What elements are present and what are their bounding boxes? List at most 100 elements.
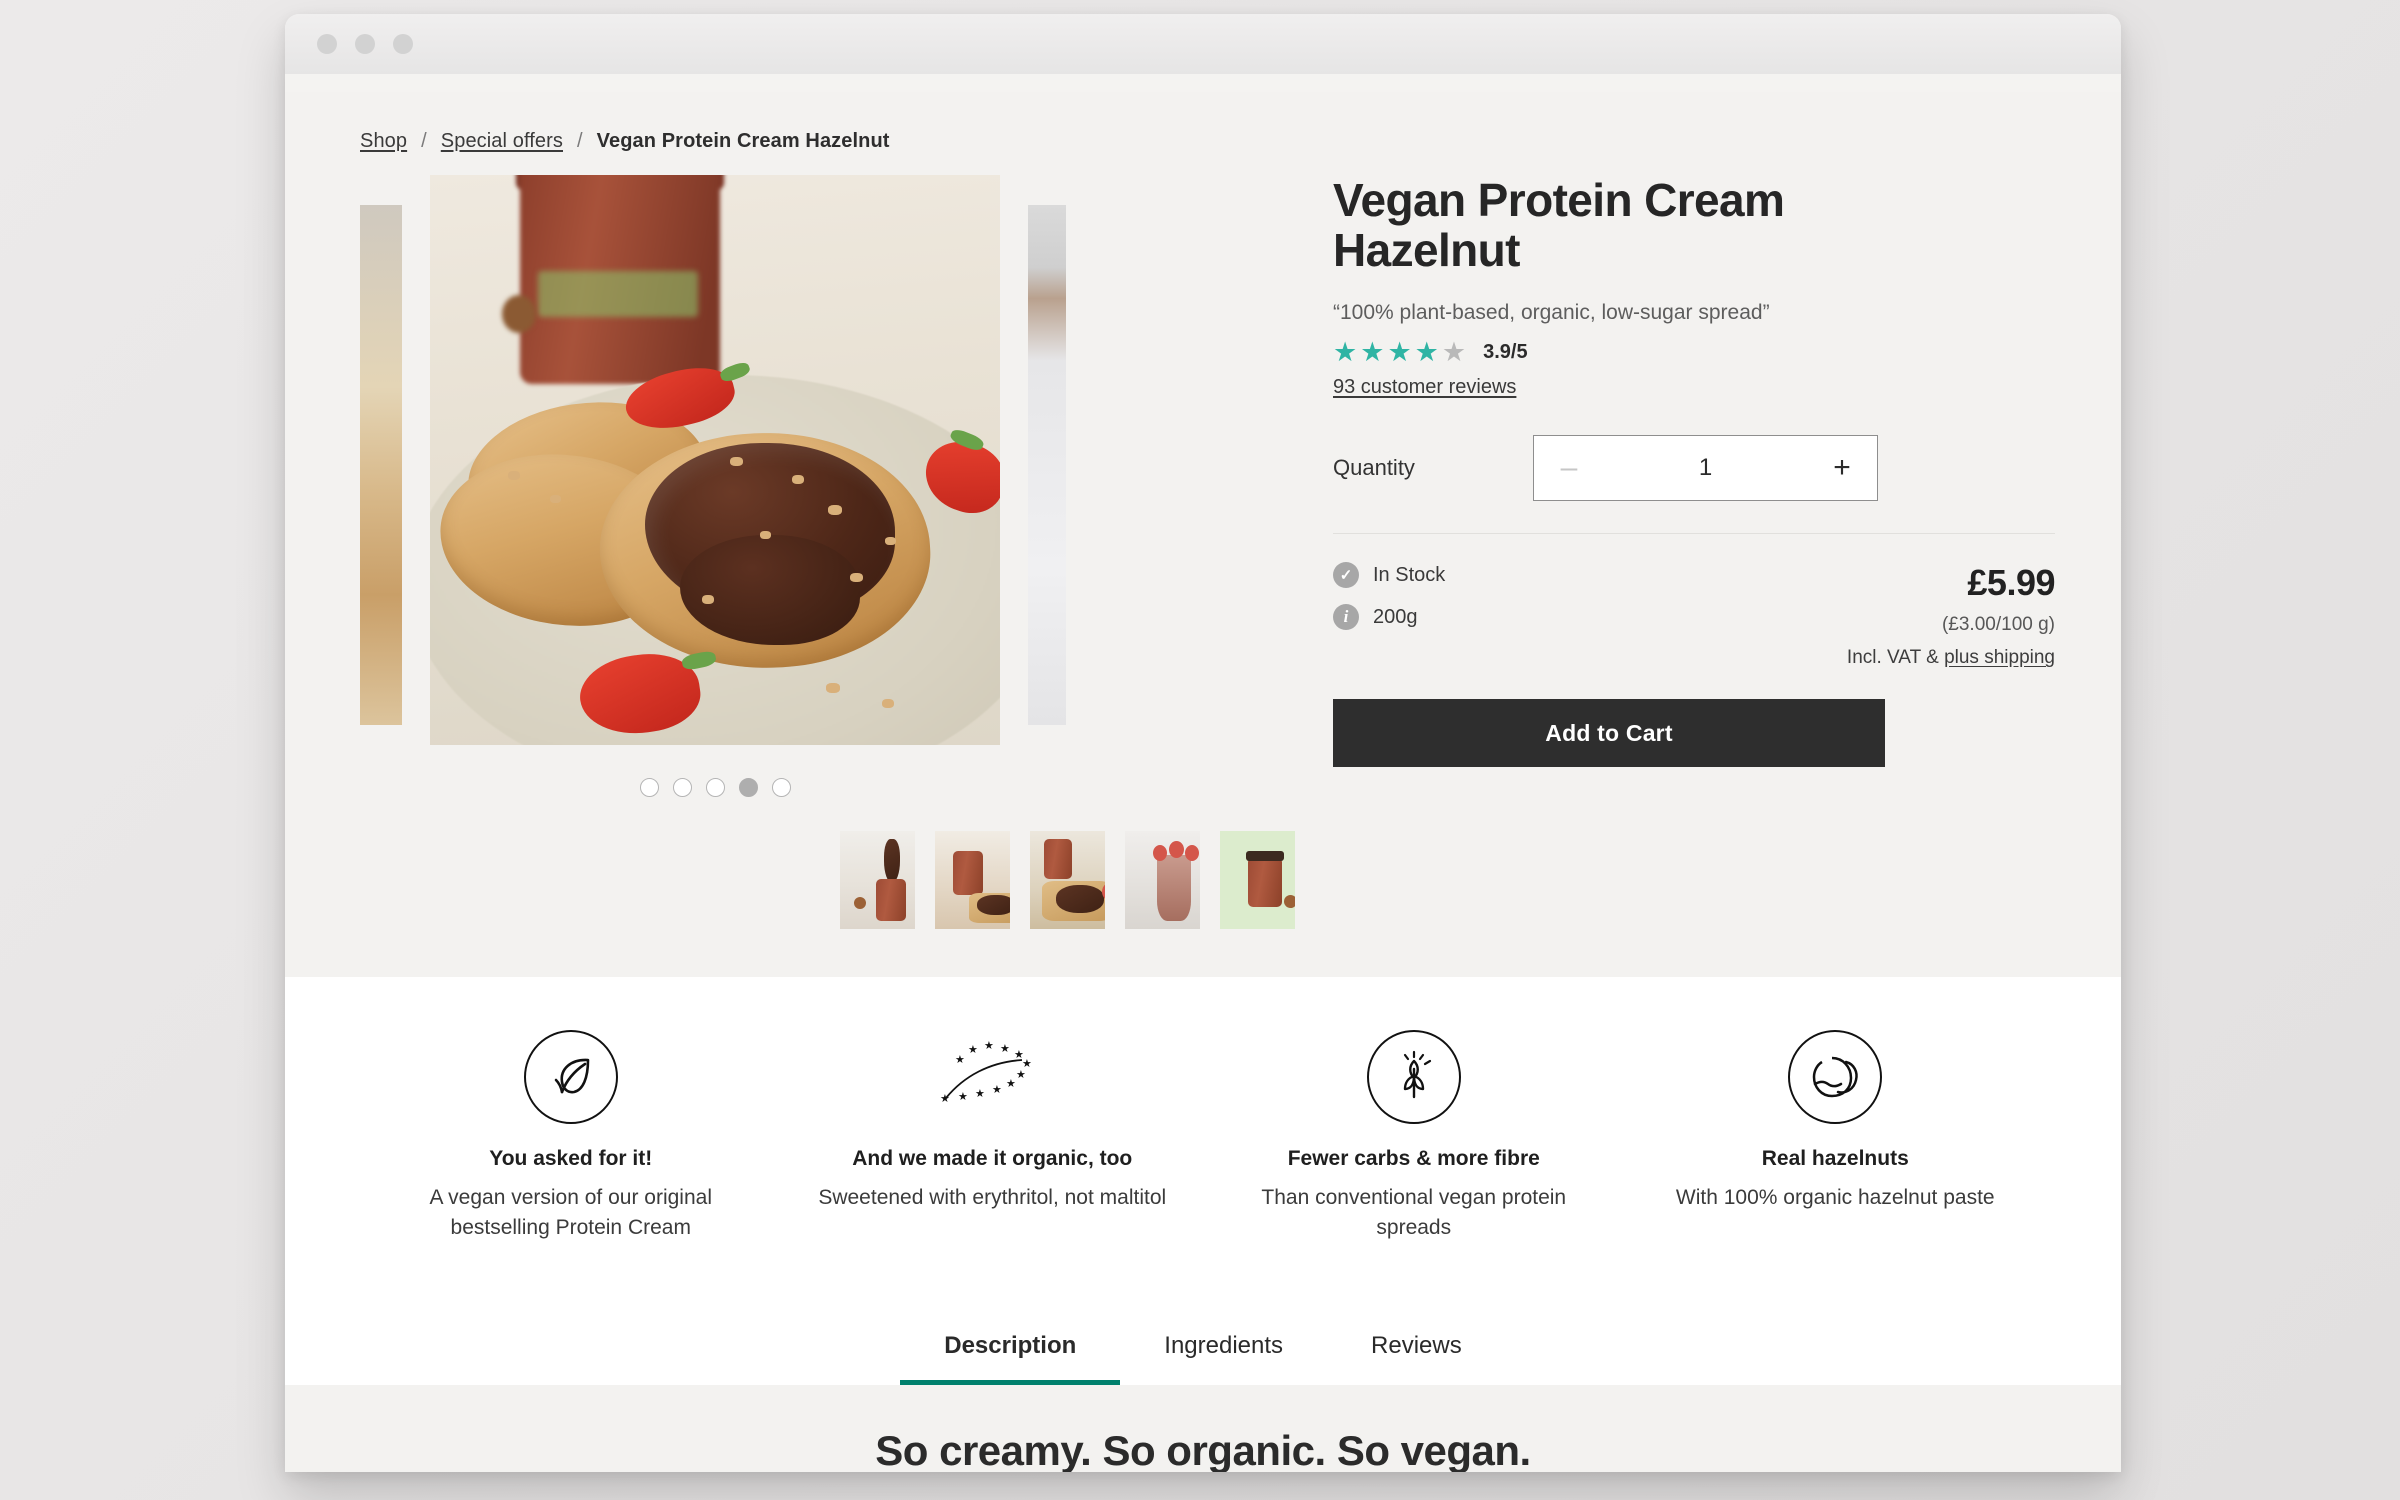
quantity-decrease-button[interactable]: – <box>1534 451 1604 485</box>
gallery-slide-previous[interactable] <box>360 205 402 725</box>
star-icon-1: ★ <box>1333 337 1359 368</box>
feature-icon-wrap-3 <box>1231 1029 1597 1125</box>
svg-text:★: ★ <box>1000 1042 1010 1055</box>
feature-text-3: Than conventional vegan protein spreads <box>1261 1186 1567 1240</box>
weight-row: i 200g <box>1333 604 1763 631</box>
feature-icon-wrap-1 <box>388 1029 754 1125</box>
star-rating: ★ ★ ★ ★ ★ <box>1333 339 1467 366</box>
rating-row: ★ ★ ★ ★ ★ 3.9/5 <box>1333 339 2055 366</box>
desktop-background: Shop / Special offers / Vegan Protein Cr… <box>0 0 2400 1500</box>
star-icon-2: ★ <box>1360 337 1386 368</box>
tab-reviews[interactable]: Reviews <box>1327 1310 1506 1385</box>
gallery-thumbnail-5[interactable] <box>1220 831 1295 929</box>
eu-organic-stars-icon: ★ ★ ★ ★ ★ ★ ★ ★ ★ ★ ★ ★ <box>938 1039 1046 1115</box>
gallery-thumbnail-1[interactable] <box>840 831 915 929</box>
gallery-slide-next[interactable] <box>1028 205 1066 725</box>
tab-ingredients[interactable]: Ingredients <box>1120 1310 1327 1385</box>
svg-text:★: ★ <box>992 1083 1002 1096</box>
feature-heading-1: You asked for it! <box>489 1147 653 1170</box>
quantity-stepper[interactable]: – 1 + <box>1533 435 1878 502</box>
quantity-row: Quantity – 1 + <box>1333 435 2055 535</box>
quantity-input[interactable]: 1 <box>1604 454 1807 482</box>
close-icon[interactable] <box>317 34 337 54</box>
gallery-slider[interactable] <box>360 175 1295 760</box>
gallery-dot-4[interactable] <box>738 778 758 797</box>
feature-heading-4: Real hazelnuts <box>1761 1147 1909 1170</box>
status-badge: In Stock <box>1373 563 1446 586</box>
feature-item-2: ★ ★ ★ ★ ★ ★ ★ ★ ★ ★ ★ ★ And we made it organic… <box>782 1029 1204 1244</box>
breadcrumb-separator-2: / <box>577 130 583 152</box>
feature-item-1: You asked for it! A vegan version of our… <box>360 1029 782 1244</box>
svg-text:★: ★ <box>955 1053 965 1066</box>
breadcrumb-current: Vegan Protein Cream Hazelnut <box>596 130 890 152</box>
gallery-dot-1[interactable] <box>639 778 659 797</box>
feature-icon-wrap-2: ★ ★ ★ ★ ★ ★ ★ ★ ★ ★ ★ ★ <box>810 1029 1176 1125</box>
leaf-circle-icon <box>523 1030 618 1124</box>
gallery-dot-5[interactable] <box>771 778 791 797</box>
svg-text:★: ★ <box>975 1087 985 1100</box>
gallery-thumbnails <box>360 831 1295 929</box>
tab-strip <box>285 74 2121 92</box>
svg-text:★: ★ <box>984 1040 994 1052</box>
feature-heading-2: And we made it organic, too <box>852 1147 1133 1170</box>
star-icon-5: ★ <box>1441 337 1468 368</box>
quantity-increase-button[interactable]: + <box>1807 451 1877 485</box>
feature-item-4: Real hazelnuts With 100% organic hazelnu… <box>1625 1029 2047 1244</box>
feature-text-2: Sweetened with erythritol, not maltitol <box>818 1186 1167 1209</box>
check-circle-icon: ✓ <box>1333 562 1359 589</box>
feature-highlights: You asked for it! A vegan version of our… <box>285 977 2121 1288</box>
info-circle-icon: i <box>1333 604 1359 631</box>
breadcrumb-shop[interactable]: Shop <box>360 130 407 153</box>
gallery-thumbnail-4[interactable] <box>1125 831 1200 929</box>
shipping-link[interactable]: plus shipping <box>1944 647 2055 668</box>
stock-details: ✓ In Stock i 200g <box>1333 562 1763 669</box>
product-weight: 200g <box>1373 605 1418 628</box>
product-info: Vegan Protein Cream Hazelnut “100% plant… <box>1295 174 2056 929</box>
add-to-cart-button[interactable]: Add to Cart <box>1333 699 1885 768</box>
star-icon-4: ★ <box>1414 337 1440 368</box>
window-titlebar <box>285 14 2121 74</box>
gallery-dot-2[interactable] <box>672 778 692 797</box>
vat-prefix: Incl. VAT & <box>1846 647 1945 669</box>
price-block: £5.99 (£3.00/100 g) Incl. VAT & plus shi… <box>1763 562 2056 669</box>
feature-item-3: Fewer carbs & more fibre Than convention… <box>1203 1029 1625 1244</box>
wheat-circle-icon <box>1366 1030 1461 1124</box>
feature-heading-3: Fewer carbs & more fibre <box>1287 1147 1540 1170</box>
product-detail-tabs: Description Ingredients Reviews <box>285 1287 2121 1385</box>
product-price: £5.99 <box>1967 562 2055 604</box>
gallery-thumbnail-3[interactable] <box>1030 831 1105 929</box>
gallery-slide-current[interactable] <box>430 175 1000 745</box>
product-photo-pancakes <box>430 175 1000 745</box>
star-icon-3: ★ <box>1387 337 1413 368</box>
maximize-icon[interactable] <box>393 34 413 54</box>
svg-text:★: ★ <box>1014 1048 1024 1061</box>
breadcrumb-special-offers[interactable]: Special offers <box>441 130 563 153</box>
hero-section: Shop / Special offers / Vegan Protein Cr… <box>285 92 2121 977</box>
gallery-dot-3[interactable] <box>705 778 725 797</box>
closing-section: So creamy. So organic. So vegan. <box>285 1384 2121 1472</box>
browser-window: Shop / Special offers / Vegan Protein Cr… <box>285 14 2121 1472</box>
svg-text:★: ★ <box>958 1090 968 1103</box>
quantity-label: Quantity <box>1333 455 1415 481</box>
product-subtitle: “100% plant-based, organic, low-sugar sp… <box>1333 301 1770 325</box>
breadcrumb-separator-1: / <box>421 130 427 152</box>
svg-text:★: ★ <box>1006 1077 1016 1090</box>
page-title: Vegan Protein Cream Hazelnut <box>1333 174 1785 277</box>
feature-text-4: With 100% organic hazelnut paste <box>1675 1186 1995 1209</box>
svg-text:★: ★ <box>940 1092 950 1105</box>
breadcrumb: Shop / Special offers / Vegan Protein Cr… <box>285 92 2121 153</box>
hazelnut-circle-icon <box>1788 1030 1883 1124</box>
vat-note: Incl. VAT & plus shipping <box>1763 647 2055 669</box>
stock-status-row: ✓ In Stock <box>1333 562 1763 589</box>
product-hero: Vegan Protein Cream Hazelnut “100% plant… <box>285 153 2121 929</box>
closing-headline: So creamy. So organic. So vegan. <box>875 1426 1531 1472</box>
stock-and-price: ✓ In Stock i 200g £5.99 (£3.00/100 g) In… <box>1333 562 2056 669</box>
minimize-icon[interactable] <box>355 34 375 54</box>
svg-text:★: ★ <box>968 1043 978 1056</box>
customer-reviews-link[interactable]: 93 customer reviews <box>1333 376 1516 399</box>
product-gallery <box>285 175 1295 929</box>
gallery-thumbnail-2[interactable] <box>935 831 1010 929</box>
feature-icon-wrap-4 <box>1653 1029 2019 1125</box>
gallery-dots <box>430 778 1000 797</box>
tab-description[interactable]: Description <box>900 1310 1121 1385</box>
